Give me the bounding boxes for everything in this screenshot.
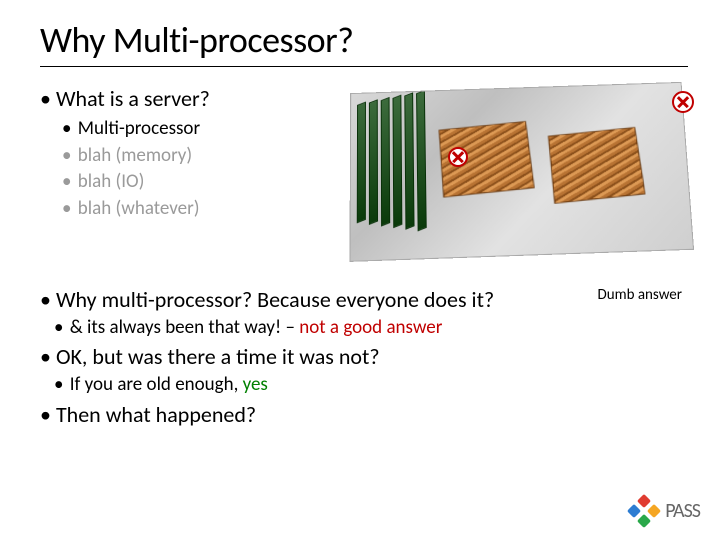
pass-logo: PASS bbox=[629, 496, 700, 526]
motherboard-graphic bbox=[349, 82, 694, 262]
question-why-multiprocessor: Why multi-processor? Because everyone do… bbox=[40, 285, 688, 340]
q3-sub: If you are old enough, yes bbox=[68, 372, 688, 398]
list-item: blah (whatever) bbox=[76, 196, 340, 223]
cpu-heatsink-icon bbox=[548, 127, 646, 204]
server-sub-list: Multi-processor blah (memory) blah (IO) … bbox=[40, 116, 340, 222]
slide: Why Multi-processor? What is a server? M… bbox=[0, 0, 720, 540]
list-item: Multi-processor bbox=[76, 116, 340, 143]
slide-title: Why Multi-processor? bbox=[40, 18, 688, 67]
pass-logo-icon bbox=[629, 496, 659, 526]
dumb-answer-note: Dumb answer bbox=[597, 285, 682, 305]
q3-sub-yes: yes bbox=[243, 373, 268, 396]
question-then-what-happened: Then what happened? bbox=[40, 400, 688, 430]
q2-sub: & its always been that way! – not a good… bbox=[68, 315, 688, 341]
pass-logo-text: PASS bbox=[665, 499, 700, 523]
q2-sub-lead: & its always been that way! – bbox=[70, 316, 300, 339]
list-item: blah (IO) bbox=[76, 169, 340, 196]
list-item: blah (memory) bbox=[76, 143, 340, 170]
question-what-is-server: What is a server? bbox=[40, 85, 340, 112]
server-board-image bbox=[350, 85, 688, 255]
top-row: What is a server? Multi-processor blah (… bbox=[40, 85, 688, 255]
q2-text: Why multi-processor? Because everyone do… bbox=[56, 286, 494, 313]
question-time-it-was-not: OK, but was there a time it was not? If … bbox=[40, 342, 688, 397]
q3-sub-lead: If you are old enough, bbox=[70, 373, 243, 396]
left-column: What is a server? Multi-processor blah (… bbox=[40, 85, 340, 222]
q2-sub-bad: not a good answer bbox=[299, 316, 442, 339]
q3-text: OK, but was there a time it was not? bbox=[56, 343, 380, 370]
body-list: Why multi-processor? Because everyone do… bbox=[40, 285, 688, 429]
cross-marker-icon bbox=[672, 91, 694, 113]
cross-marker-icon bbox=[448, 147, 468, 167]
